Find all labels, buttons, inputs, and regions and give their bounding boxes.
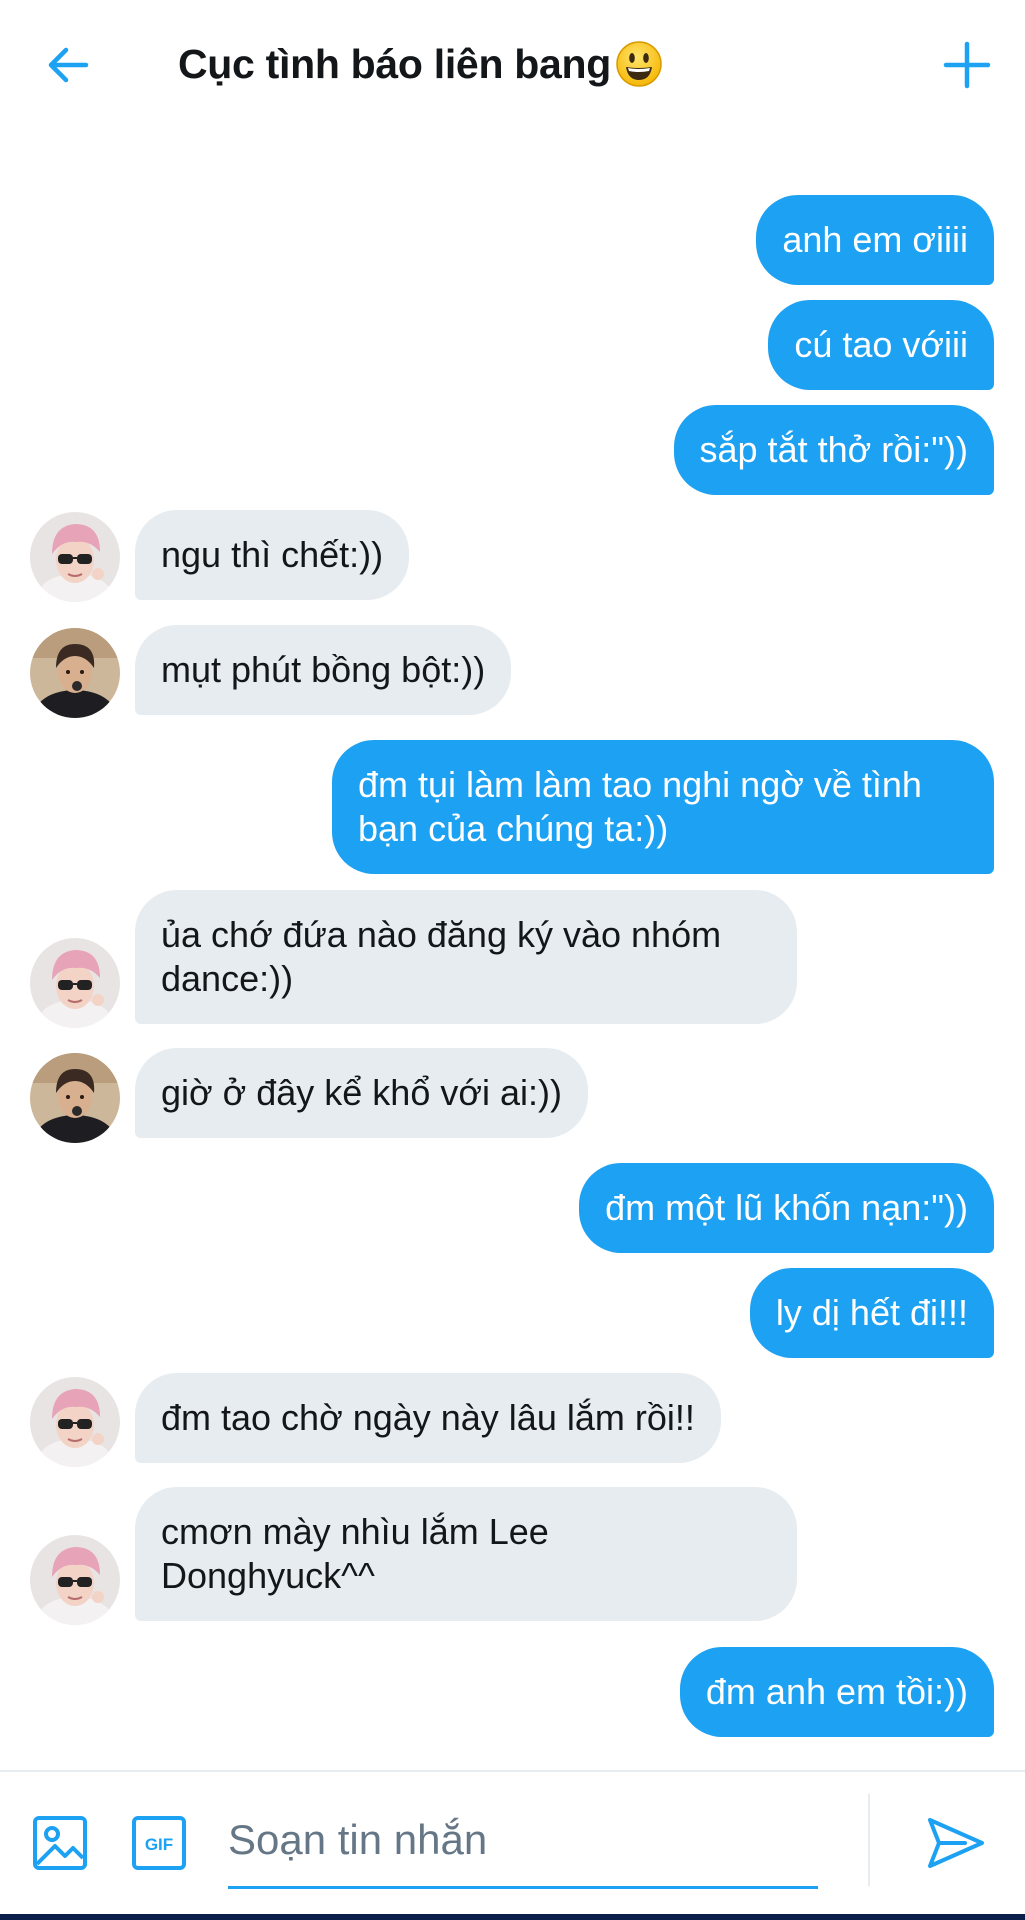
message-bubble-outgoing[interactable]: sắp tắt thở rồi:"))	[673, 405, 994, 495]
message-bubble-incoming[interactable]: mụt phút bồng bột:))	[135, 625, 512, 715]
send-button[interactable]	[925, 1812, 987, 1874]
pink-hair-avatar	[30, 512, 120, 602]
message-bubble-incoming[interactable]: ngu thì chết:))	[135, 510, 410, 600]
message-bubble-incoming[interactable]: ủa chớ đứa nào đăng ký vào nhóm dance:))	[135, 890, 797, 1024]
add-photo-button[interactable]	[31, 1814, 89, 1872]
message-bubble-incoming[interactable]: cmơn mày nhìu lắm Lee Donghyuck^^	[135, 1487, 797, 1621]
pink-hair-avatar	[30, 938, 120, 1028]
pink-hair-avatar	[30, 1535, 120, 1625]
avatar-pink-hair[interactable]	[30, 1377, 120, 1467]
gif-label: GIF	[145, 1835, 173, 1854]
avatar-pink-hair[interactable]	[30, 1535, 120, 1625]
composer-separator	[868, 1794, 870, 1886]
back-button[interactable]	[42, 38, 96, 92]
message-bubble-outgoing[interactable]: cú tao vớiii	[768, 300, 994, 390]
avatar-pink-hair[interactable]	[30, 938, 120, 1028]
avatar-pink-hair[interactable]	[30, 512, 120, 602]
conversation-title-wrap: Cục tình báo liên bang	[178, 34, 663, 94]
message-bubble-incoming[interactable]: đm tao chờ ngày này lâu lắm rồi!!	[135, 1373, 721, 1463]
conversation-title: Cục tình báo liên bang	[178, 40, 612, 87]
new-message-button[interactable]	[940, 38, 994, 92]
grinning-face-emoji	[616, 41, 662, 87]
system-nav-bar	[0, 1914, 1025, 1920]
plus-icon	[943, 41, 991, 89]
message-input-wrapper	[228, 1800, 818, 1889]
send-icon	[928, 1818, 984, 1868]
message-bubble-outgoing[interactable]: đm một lũ khốn nạn:"))	[579, 1163, 994, 1253]
dark-hair-avatar	[30, 628, 120, 718]
pink-hair-avatar	[30, 1377, 120, 1467]
add-gif-button[interactable]: GIF	[130, 1814, 188, 1872]
message-composer: GIF	[0, 1772, 1025, 1920]
gif-icon: GIF	[132, 1816, 186, 1870]
dark-hair-avatar	[30, 1053, 120, 1143]
message-bubble-outgoing[interactable]: đm tụi làm làm tao nghi ngờ về tình bạn …	[332, 740, 994, 874]
message-bubble-outgoing[interactable]: anh em ơiiii	[756, 195, 994, 285]
conversation-header: Cục tình báo liên bang	[0, 0, 1025, 130]
avatar-dark-hair[interactable]	[30, 628, 120, 718]
message-bubble-outgoing[interactable]: ly dị hết đi!!!	[749, 1268, 994, 1358]
message-bubble-outgoing[interactable]: đm anh em tồi:))	[679, 1647, 994, 1737]
message-bubble-incoming[interactable]: giờ ở đây kể khổ với ai:))	[135, 1048, 588, 1138]
arrow-left-icon	[48, 47, 89, 83]
avatar-dark-hair[interactable]	[30, 1053, 120, 1143]
image-icon	[33, 1816, 87, 1870]
message-input[interactable]	[228, 1800, 818, 1880]
